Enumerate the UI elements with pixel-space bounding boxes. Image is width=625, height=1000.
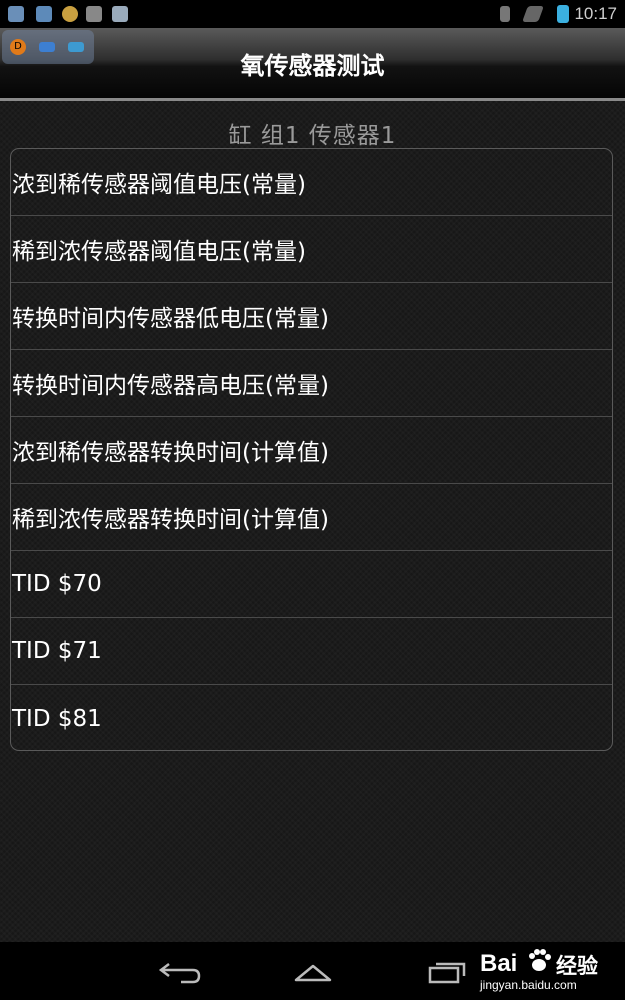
home-icon[interactable] xyxy=(288,958,338,986)
list-item[interactable]: TID $81 xyxy=(11,685,612,750)
d-badge-icon[interactable]: D xyxy=(10,39,26,55)
list-item[interactable]: 稀到浓传感器阈值电压(常量) xyxy=(11,216,612,283)
list-item[interactable]: TID $71 xyxy=(11,618,612,685)
sync-icon xyxy=(86,6,102,22)
list-item[interactable]: 转换时间内传感器低电压(常量) xyxy=(11,283,612,350)
list-item-label: 稀到浓传感器转换时间(计算值) xyxy=(12,507,329,533)
paw-icon xyxy=(529,949,551,971)
list-item-label: 转换时间内传感器低电压(常量) xyxy=(12,306,329,332)
list-item-label: TID $71 xyxy=(12,638,102,664)
android-icon xyxy=(112,6,128,22)
list-item[interactable]: 浓到稀传感器转换时间(计算值) xyxy=(11,417,612,484)
watermark-brand: Bai xyxy=(480,950,518,977)
list-item-label: 转换时间内传感器高电压(常量) xyxy=(12,373,329,399)
list-item-label: 浓到稀传感器阈值电压(常量) xyxy=(12,172,306,198)
map-icon xyxy=(36,6,52,22)
sensor-subtitle: 缸 组1 传感器1 xyxy=(228,123,397,149)
status-time: 10:17 xyxy=(574,4,617,23)
back-icon[interactable] xyxy=(155,958,205,986)
status-bar: 10:17 xyxy=(0,0,625,28)
list-item-label: 浓到稀传感器转换时间(计算值) xyxy=(12,440,329,466)
wifi-off-icon xyxy=(522,6,544,22)
list-item-label: TID $81 xyxy=(12,705,102,732)
battery-charging-icon xyxy=(557,5,569,23)
coin-icon xyxy=(62,6,78,22)
keyboard-icon[interactable] xyxy=(39,42,55,52)
watermark-url: jingyan.baidu.com xyxy=(480,978,577,992)
recent-apps-icon[interactable] xyxy=(422,958,472,986)
watermark-brand-suffix: 经验 xyxy=(556,955,598,978)
list-item[interactable]: 浓到稀传感器阈值电压(常量) xyxy=(11,149,612,216)
baidu-watermark: Bai 经验 jingyan.baidu.com xyxy=(478,948,618,996)
list-item[interactable]: TID $70 xyxy=(11,551,612,618)
list-item[interactable]: 稀到浓传感器转换时间(计算值) xyxy=(11,484,612,551)
list-item-label: 稀到浓传感器阈值电压(常量) xyxy=(12,239,306,265)
window-icon[interactable] xyxy=(68,42,84,52)
bluetooth-icon xyxy=(500,6,510,22)
floating-toolbar[interactable]: D xyxy=(2,30,94,64)
map-icon xyxy=(8,6,24,22)
list-item-label: TID $70 xyxy=(12,571,102,597)
list-item[interactable]: 转换时间内传感器高电压(常量) xyxy=(11,350,612,417)
test-item-list: 浓到稀传感器阈值电压(常量) 稀到浓传感器阈值电压(常量) 转换时间内传感器低电… xyxy=(10,148,613,751)
